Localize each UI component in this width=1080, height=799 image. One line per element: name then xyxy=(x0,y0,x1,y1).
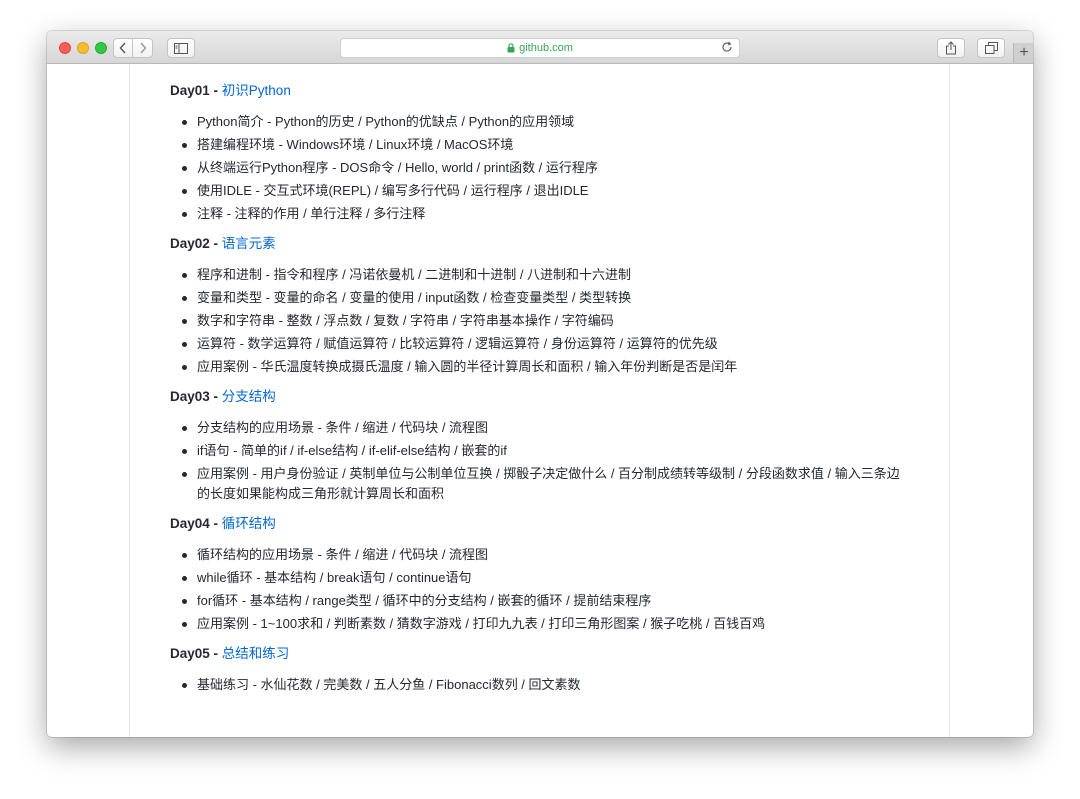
day-title-link[interactable]: 初识Python xyxy=(222,83,291,98)
forward-button[interactable] xyxy=(133,38,153,58)
maximize-window-button[interactable] xyxy=(95,42,107,54)
list-item: while循环 - 基本结构 / break语句 / continue语句 xyxy=(182,568,910,588)
url-text: github.com xyxy=(519,42,573,54)
day-heading: Day01 - 初识Python xyxy=(170,79,910,102)
list-item: 运算符 - 数学运算符 / 赋值运算符 / 比较运算符 / 逻辑运算符 / 身份… xyxy=(182,334,910,354)
browser-toolbar: github.com + xyxy=(47,31,1033,64)
day-title-link[interactable]: 循环结构 xyxy=(222,516,276,531)
lock-icon xyxy=(507,43,515,53)
day-heading: Day02 - 语言元素 xyxy=(170,232,910,255)
day-label: Day04 xyxy=(170,516,210,531)
list-item: 变量和类型 - 变量的命名 / 变量的使用 / input函数 / 检查变量类型… xyxy=(182,288,910,308)
day-separator: - xyxy=(209,646,222,661)
day-separator: - xyxy=(209,389,222,404)
list-item: 基础练习 - 水仙花数 / 完美数 / 五人分鱼 / Fibonacci数列 /… xyxy=(182,675,910,695)
day-heading: Day05 - 总结和练习 xyxy=(170,642,910,665)
list-item: 应用案例 - 1~100求和 / 判断素数 / 猜数字游戏 / 打印九九表 / … xyxy=(182,614,910,634)
topic-list: 基础练习 - 水仙花数 / 完美数 / 五人分鱼 / Fibonacci数列 /… xyxy=(170,675,910,695)
topic-list: 程序和进制 - 指令和程序 / 冯诺依曼机 / 二进制和十进制 / 八进制和十六… xyxy=(170,265,910,377)
list-item: for循环 - 基本结构 / range类型 / 循环中的分支结构 / 嵌套的循… xyxy=(182,591,910,611)
reload-icon[interactable] xyxy=(721,41,733,53)
page-content: Day01 - 初识Python Python简介 - Python的历史 / … xyxy=(47,64,1033,737)
list-item: 搭建编程环境 - Windows环境 / Linux环境 / MacOS环境 xyxy=(182,135,910,155)
chevron-right-icon xyxy=(139,42,146,54)
list-item: 数字和字符串 - 整数 / 浮点数 / 复数 / 字符串 / 字符串基本操作 /… xyxy=(182,311,910,331)
day-label: Day05 xyxy=(170,646,210,661)
topic-list: 循环结构的应用场景 - 条件 / 缩进 / 代码块 / 流程图 while循环 … xyxy=(170,545,910,634)
list-item: 应用案例 - 用户身份验证 / 英制单位与公制单位互换 / 掷骰子决定做什么 /… xyxy=(182,464,910,504)
list-item: 使用IDLE - 交互式环境(REPL) / 编写多行代码 / 运行程序 / 退… xyxy=(182,181,910,201)
content-border-left xyxy=(129,64,130,737)
list-item: 循环结构的应用场景 - 条件 / 缩进 / 代码块 / 流程图 xyxy=(182,545,910,565)
new-tab-button[interactable]: + xyxy=(1013,43,1033,63)
list-item: 程序和进制 - 指令和程序 / 冯诺依曼机 / 二进制和十进制 / 八进制和十六… xyxy=(182,265,910,285)
day-title-link[interactable]: 总结和练习 xyxy=(222,646,290,661)
address-bar[interactable]: github.com xyxy=(340,38,740,58)
close-window-button[interactable] xyxy=(59,42,71,54)
list-item: 从终端运行Python程序 - DOS命令 / Hello, world / p… xyxy=(182,158,910,178)
day-title-link[interactable]: 分支结构 xyxy=(222,389,276,404)
list-item: 分支结构的应用场景 - 条件 / 缩进 / 代码块 / 流程图 xyxy=(182,418,910,438)
day-separator: - xyxy=(209,83,222,98)
sidebar-toggle-button[interactable] xyxy=(167,38,195,58)
topic-list: Python简介 - Python的历史 / Python的优缺点 / Pyth… xyxy=(170,112,910,224)
browser-window: github.com + Day01 - 初识Python Python简介 -… xyxy=(47,31,1033,737)
day-label: Day03 xyxy=(170,389,210,404)
list-item: 注释 - 注释的作用 / 单行注释 / 多行注释 xyxy=(182,204,910,224)
share-icon xyxy=(946,41,956,55)
day-heading: Day03 - 分支结构 xyxy=(170,385,910,408)
day-title-link[interactable]: 语言元素 xyxy=(222,236,276,251)
share-button[interactable] xyxy=(937,38,965,58)
minimize-window-button[interactable] xyxy=(77,42,89,54)
chevron-left-icon xyxy=(119,42,126,54)
topic-list: 分支结构的应用场景 - 条件 / 缩进 / 代码块 / 流程图 if语句 - 简… xyxy=(170,418,910,504)
list-item: 应用案例 - 华氏温度转换成摄氏温度 / 输入圆的半径计算周长和面积 / 输入年… xyxy=(182,357,910,377)
sidebar-icon xyxy=(174,42,188,54)
show-tabs-button[interactable] xyxy=(977,38,1005,58)
markdown-body: Day01 - 初识Python Python简介 - Python的历史 / … xyxy=(170,64,910,703)
plus-icon: + xyxy=(1019,44,1029,61)
content-border-right xyxy=(949,64,950,737)
list-item: Python简介 - Python的历史 / Python的优缺点 / Pyth… xyxy=(182,112,910,132)
day-separator: - xyxy=(209,516,222,531)
day-heading: Day04 - 循环结构 xyxy=(170,512,910,535)
tabs-icon xyxy=(984,42,998,54)
list-item: if语句 - 简单的if / if-else结构 / if-elif-else结… xyxy=(182,441,910,461)
back-button[interactable] xyxy=(113,38,133,58)
day-label: Day01 xyxy=(170,83,210,98)
day-label: Day02 xyxy=(170,236,210,251)
day-separator: - xyxy=(209,236,222,251)
